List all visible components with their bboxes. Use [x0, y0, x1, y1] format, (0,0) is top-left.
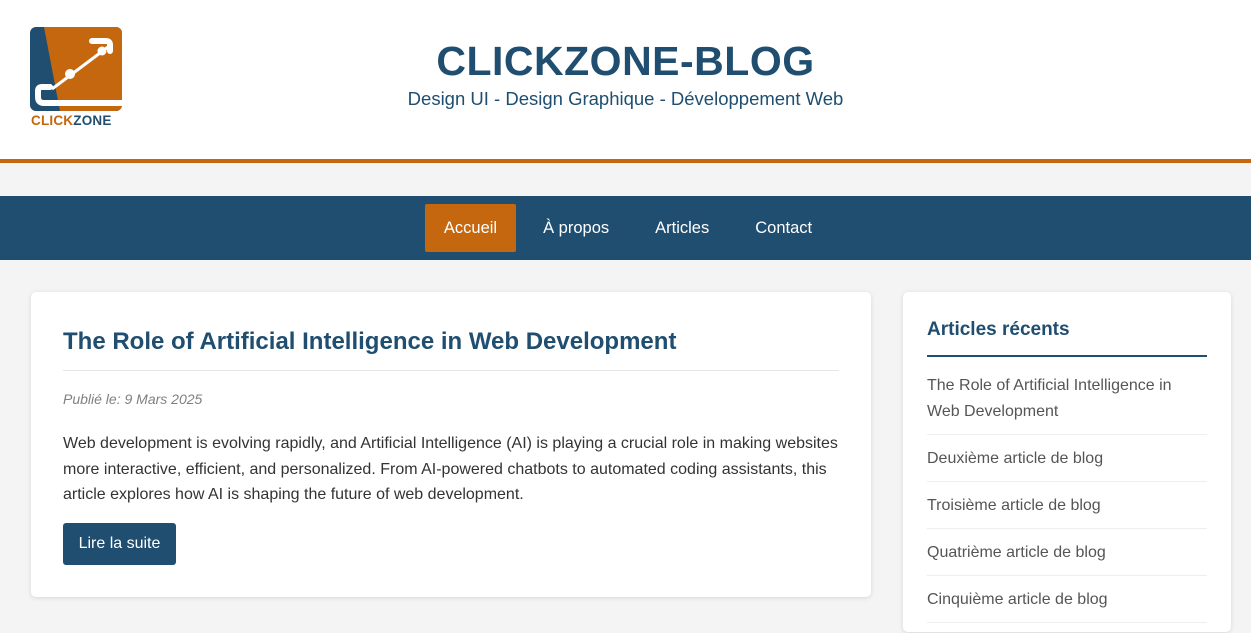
recent-articles-list: The Role of Artificial Intelligence in W… — [927, 372, 1207, 633]
recent-article-link[interactable]: Deuxième article de blog — [927, 445, 1207, 482]
recent-article-link[interactable]: Troisième article de blog — [927, 492, 1207, 529]
article-title-divider — [63, 370, 839, 371]
recent-article-link[interactable]: Cinquième article de blog — [927, 586, 1207, 623]
logo-wordmark-zone: ZONE — [73, 113, 112, 128]
logo-wordmark-click: CLICK — [31, 113, 74, 128]
nav-item-a-propos[interactable]: À propos — [524, 204, 628, 252]
site-subtitle: Design UI - Design Graphique - Développe… — [407, 88, 844, 109]
nav-item-accueil[interactable]: Accueil — [424, 204, 517, 252]
article-date: Publié le: 9 Mars 2025 — [63, 391, 203, 407]
sidebar-title: Articles récents — [927, 319, 1070, 340]
nav-item-contact[interactable]: Contact — [736, 204, 831, 252]
recent-article-link[interactable]: The Role of Artificial Intelligence in W… — [927, 372, 1207, 435]
logo-wordmark: CLICKZONE — [31, 113, 112, 128]
nav-item-articles[interactable]: Articles — [636, 204, 728, 252]
article-card: The Role of Artificial Intelligence in W… — [31, 292, 871, 597]
recent-article-link[interactable]: Quatrième article de blog — [927, 539, 1207, 576]
site-title: CLICKZONE-BLOG — [436, 38, 815, 84]
article-title[interactable]: The Role of Artificial Intelligence in W… — [63, 328, 676, 356]
article-excerpt: Web development is evolving rapidly, and… — [63, 435, 838, 503]
site-header: CLICKZONE CLICKZONE-BLOG Design UI - Des… — [0, 0, 1251, 163]
recent-articles-sidebar: Articles récents The Role of Artificial … — [903, 292, 1231, 632]
nav-items: Accueil À propos Articles Contact — [0, 196, 1251, 260]
sidebar-title-divider — [927, 355, 1207, 357]
main-nav: Accueil À propos Articles Contact — [0, 196, 1251, 260]
read-more-button[interactable]: Lire la suite — [63, 523, 176, 565]
